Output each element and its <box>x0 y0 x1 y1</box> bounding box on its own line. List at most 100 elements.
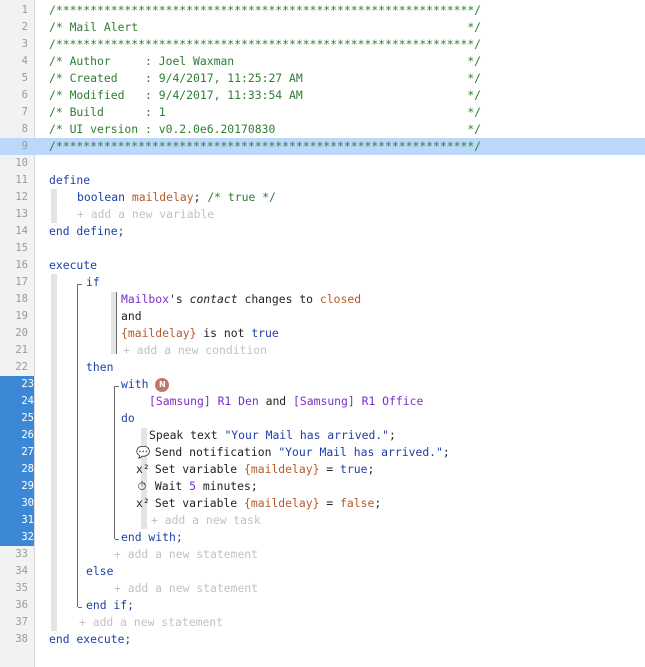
line-number: 35 <box>15 582 28 594</box>
build-comment: /* Build : 1 */ <box>49 105 482 119</box>
code-line[interactable]: 3 /**************************************… <box>0 36 645 53</box>
code-line[interactable]: 6 /* Modified : 9/4/2017, 11:33:54 AM */ <box>0 87 645 104</box>
line-number: 3 <box>21 38 28 50</box>
code-line[interactable]: 15 <box>0 240 645 257</box>
logical-operator[interactable]: and <box>121 308 142 325</box>
add-task-link[interactable]: + add a new task <box>151 512 261 529</box>
timer-icon: ⏱ <box>137 479 147 493</box>
code-line[interactable]: 23 with N <box>0 376 645 393</box>
execute-keyword[interactable]: execute <box>49 257 97 274</box>
add-condition-link[interactable]: + add a new condition <box>123 342 267 359</box>
code-line[interactable]: 21 + add a new condition <box>0 342 645 359</box>
line-number: 18 <box>15 293 28 305</box>
code-line[interactable]: 38 end execute; <box>0 631 645 648</box>
code-line[interactable]: 29 ⏱ Wait 5 minutes; <box>0 478 645 495</box>
code-line[interactable]: 18 Mailbox's contact changes to closed <box>0 291 645 308</box>
condition-text: changes to <box>237 292 320 306</box>
condition-variable[interactable]: {maildelay} is not true <box>121 325 279 342</box>
task-set-variable[interactable]: x² Set variable {maildelay} = true; <box>136 461 374 478</box>
task-speak-text[interactable]: Speak text "Your Mail has arrived."; <box>149 427 396 444</box>
line-number: 8 <box>21 123 28 135</box>
line-number-selected: 31 <box>0 512 34 529</box>
end-if-keyword[interactable]: end if; <box>86 597 134 614</box>
code-line[interactable]: 35 + add a new statement <box>0 580 645 597</box>
line-number-selected: 29 <box>0 478 34 495</box>
device-separator: and <box>258 394 294 408</box>
variable-declaration[interactable]: boolean maildelay; /* true */ <box>77 189 276 206</box>
end-with-keyword[interactable]: end with; <box>121 529 183 546</box>
task-wait[interactable]: ⏱ Wait 5 minutes; <box>136 478 258 495</box>
add-variable-link[interactable]: + add a new variable <box>77 206 214 223</box>
task-send-notification[interactable]: 💬 Send notification "Your Mail has arriv… <box>136 444 450 461</box>
add-statement-link[interactable]: + add a new statement <box>114 546 258 563</box>
duration-value: 5 <box>189 479 197 493</box>
else-keyword[interactable]: else <box>86 563 113 580</box>
code-line[interactable]: 7 /* Build : 1 */ <box>0 104 645 121</box>
line-number: 36 <box>15 599 28 611</box>
end-execute-keyword[interactable]: end execute; <box>49 631 131 648</box>
line-number: 15 <box>15 242 28 254</box>
initial-value-comment: /* true */ <box>207 190 276 204</box>
code-line[interactable]: 27 💬 Send notification "Your Mail has arr… <box>0 444 645 461</box>
line-number: 13 <box>15 208 28 220</box>
notification-badge-icon[interactable]: N <box>155 377 170 392</box>
code-editor[interactable]: 1 /**************************************… <box>0 0 645 667</box>
code-line[interactable]: 22 then <box>0 359 645 376</box>
code-line[interactable]: 5 /* Created : 9/4/2017, 11:25:27 AM */ <box>0 70 645 87</box>
code-line[interactable]: 2 /* Mail Alert */ <box>0 19 645 36</box>
code-line[interactable]: 20 {maildelay} is not true <box>0 325 645 342</box>
string-literal: "Your Mail has arrived." <box>278 445 443 459</box>
boolean-value: true <box>340 462 368 476</box>
line-number: 5 <box>21 72 28 84</box>
code-line[interactable]: 28 x² Set variable {maildelay} = true; <box>0 461 645 478</box>
code-line[interactable]: 14 end define; <box>0 223 645 240</box>
line-number: 17 <box>15 276 28 288</box>
device-list[interactable]: [Samsung] R1 Den and [Samsung] R1 Office <box>149 393 423 410</box>
code-line[interactable]: 12 boolean maildelay; /* true */ <box>0 189 645 206</box>
condition-value: closed <box>319 292 362 306</box>
code-line[interactable]: 32 end with; <box>0 529 645 546</box>
with-statement[interactable]: with N <box>121 376 170 393</box>
add-statement-link[interactable]: + add a new statement <box>79 614 223 631</box>
condition-contact[interactable]: Mailbox's contact changes to closed <box>121 291 361 308</box>
code-line-highlighted[interactable]: 9 /**************************************… <box>0 138 645 155</box>
code-line[interactable]: 24 [Samsung] R1 Den and [Samsung] R1 Offi… <box>0 393 645 410</box>
code-line[interactable]: 33 + add a new statement <box>0 546 645 563</box>
add-statement-link[interactable]: + add a new statement <box>114 580 258 597</box>
task-text: Set variable <box>148 496 245 510</box>
header-comment: /***************************************… <box>49 139 482 153</box>
code-line[interactable]: 11 define <box>0 172 645 189</box>
line-number: 19 <box>15 310 28 322</box>
code-line[interactable]: 36 end if; <box>0 597 645 614</box>
define-keyword[interactable]: define <box>49 172 90 189</box>
if-keyword[interactable]: if <box>86 274 100 291</box>
header-comment: /***************************************… <box>49 3 482 17</box>
code-line[interactable]: 34 else <box>0 563 645 580</box>
do-keyword[interactable]: do <box>121 410 135 427</box>
code-line[interactable]: 31 + add a new task <box>0 512 645 529</box>
line-number: 38 <box>15 633 28 645</box>
code-line[interactable]: 13 + add a new variable <box>0 206 645 223</box>
code-line[interactable]: 26 Speak text "Your Mail has arrived."; <box>0 427 645 444</box>
task-text: minutes; <box>196 479 258 493</box>
condition-text: is not <box>196 326 252 340</box>
line-number-selected: 32 <box>0 529 34 546</box>
code-line[interactable]: 25 do <box>0 410 645 427</box>
condition-text: 's <box>169 292 190 306</box>
header-comment: /***************************************… <box>49 37 482 51</box>
code-line[interactable]: 8 /* UI version : v0.2.0e6.20170830 */ <box>0 121 645 138</box>
code-line[interactable]: 30 x² Set variable {maildelay} = false; <box>0 495 645 512</box>
code-line[interactable]: 1 /**************************************… <box>0 2 645 19</box>
code-line[interactable]: 19 and <box>0 308 645 325</box>
device-name: Mailbox <box>121 292 170 306</box>
code-line[interactable]: 17 if <box>0 274 645 291</box>
task-set-variable[interactable]: x² Set variable {maildelay} = false; <box>136 495 381 512</box>
code-line[interactable]: 4 /* Author : Joel Waxman */ <box>0 53 645 70</box>
code-line[interactable]: 16 execute <box>0 257 645 274</box>
then-keyword[interactable]: then <box>86 359 113 376</box>
code-line[interactable]: 10 <box>0 155 645 172</box>
end-define-keyword[interactable]: end define; <box>49 223 124 240</box>
line-number-selected: 23 <box>0 376 34 393</box>
line-number: 2 <box>21 21 28 33</box>
code-line[interactable]: 37 + add a new statement <box>0 614 645 631</box>
